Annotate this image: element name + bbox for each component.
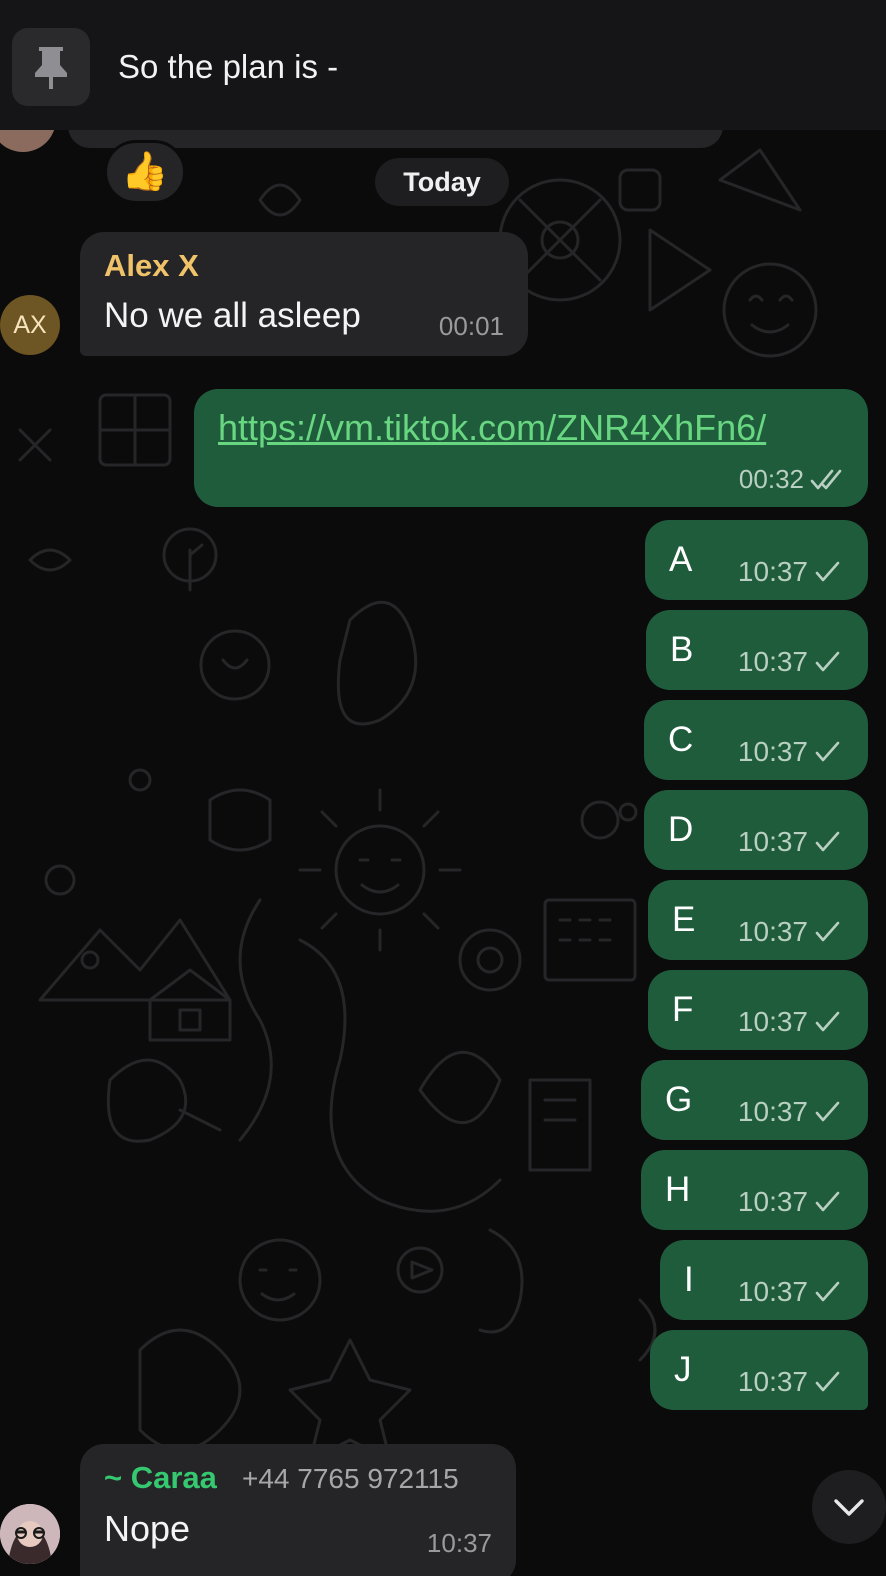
outgoing-message-bubble[interactable]: F 10:37 (648, 970, 868, 1050)
message-meta: 10:37 (738, 1186, 840, 1218)
message-meta: 10:37 (738, 1006, 840, 1038)
outgoing-message-bubble[interactable]: G 10:37 (641, 1060, 868, 1140)
message-text: D (668, 810, 694, 849)
outgoing-message-bubble[interactable]: B 10:37 (646, 610, 868, 690)
check-icon (815, 1371, 840, 1392)
check-icon (815, 1191, 840, 1212)
sender-name[interactable]: ~ Caraa (104, 1460, 217, 1496)
incoming-message-bubble[interactable]: ~ Caraa +44 7765 972115 Nope 10:37 (80, 1444, 516, 1576)
message-text: B (670, 630, 694, 669)
message-text: F (672, 990, 694, 1029)
pinned-message-bar[interactable]: So the plan is - (0, 0, 886, 130)
message-meta: 00:32 (739, 464, 846, 495)
check-icon (815, 921, 840, 942)
message-time: 10:37 (737, 646, 808, 677)
message-time: 00:32 (738, 464, 804, 494)
message-meta: 10:37 (738, 736, 840, 768)
pinned-message-text: So the plan is - (118, 48, 339, 85)
message-time: 10:37 (737, 826, 808, 857)
outgoing-message-bubble[interactable]: J 10:37 (650, 1330, 868, 1410)
double-check-icon (810, 469, 842, 489)
message-text: Nope (104, 1508, 191, 1549)
check-icon (815, 741, 840, 762)
chevron-down-icon (834, 1499, 864, 1516)
message-text: G (665, 1080, 693, 1119)
message-meta: 10:37 (738, 1096, 840, 1128)
message-meta: 10:37 (738, 646, 840, 678)
scroll-down-button[interactable] (812, 1470, 886, 1544)
sender-name[interactable]: Alex X (104, 248, 199, 284)
message-time: 10:37 (737, 916, 808, 947)
avatar[interactable] (0, 1504, 60, 1564)
check-icon (815, 1011, 840, 1032)
message-time: 10:37 (737, 556, 808, 587)
message-time: 10:37 (737, 1276, 808, 1307)
date-divider: Today (375, 158, 509, 206)
message-time: 10:37 (737, 1186, 808, 1217)
outgoing-message-bubble[interactable]: H 10:37 (641, 1150, 868, 1230)
thumbs-up-icon: 👍 (121, 151, 169, 193)
chat-screen: So the plan is - 👍 Today AX Alex X No we… (0, 0, 886, 1576)
avatar-initials: AX (13, 310, 47, 339)
message-text: I (684, 1260, 694, 1299)
avatar[interactable]: AX (0, 295, 60, 355)
message-text: E (672, 900, 696, 939)
reaction-pill[interactable]: 👍 (104, 140, 186, 204)
message-link[interactable]: https://vm.tiktok.com/ZNR4XhFn6/ (218, 407, 766, 449)
message-meta: 10:37 (738, 1276, 840, 1308)
message-time: 10:37 (737, 1366, 808, 1397)
date-divider-label: Today (403, 166, 481, 197)
pin-icon (12, 28, 90, 106)
message-text: No we all asleep (104, 296, 361, 335)
message-meta: 10:37 (738, 1366, 840, 1398)
message-meta: 10:37 (738, 556, 840, 588)
message-time: 10:37 (737, 1096, 808, 1127)
outgoing-message-bubble[interactable]: D 10:37 (644, 790, 868, 870)
check-icon (815, 831, 840, 852)
message-text: A (669, 540, 693, 579)
outgoing-message-bubble[interactable]: A 10:37 (645, 520, 868, 600)
check-icon (815, 1101, 840, 1122)
message-time: 10:37 (737, 1006, 808, 1037)
check-icon (815, 1281, 840, 1302)
message-meta: 10:37 (738, 826, 840, 858)
message-text: H (665, 1170, 691, 1209)
outgoing-message-bubble[interactable]: C 10:37 (644, 700, 868, 780)
message-text: C (668, 720, 694, 759)
check-icon (815, 561, 840, 582)
message-time: 10:37 (737, 736, 808, 767)
outgoing-message-bubble[interactable]: I 10:37 (660, 1240, 868, 1320)
message-text: J (674, 1350, 692, 1389)
message-time: 00:01 (438, 311, 504, 341)
incoming-message-bubble[interactable]: Alex X No we all asleep 00:01 (80, 232, 528, 356)
message-meta: 10:37 (738, 916, 840, 948)
message-time: 10:37 (426, 1528, 492, 1558)
outgoing-message-bubble[interactable]: E 10:37 (648, 880, 868, 960)
sender-phone: +44 7765 972115 (242, 1463, 459, 1494)
outgoing-message-bubble[interactable]: https://vm.tiktok.com/ZNR4XhFn6/ 00:32 (194, 389, 868, 507)
check-icon (815, 651, 840, 672)
